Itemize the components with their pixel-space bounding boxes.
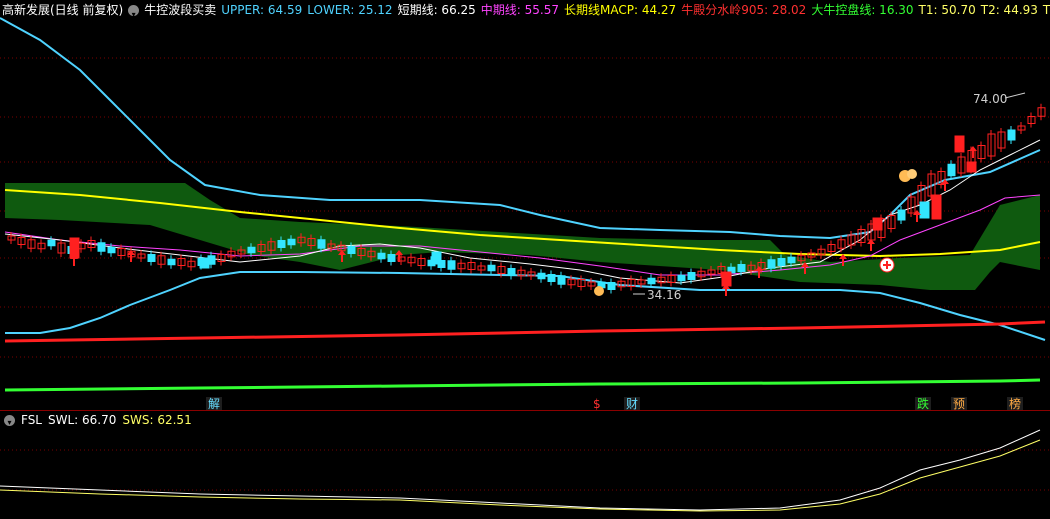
sub-panel-header: ▾ FSL SWL: 66.70 SWS: 62.51 — [0, 412, 1050, 428]
candle-body — [347, 246, 356, 254]
watershed-line — [4, 320, 1046, 343]
candle-highlight — [431, 251, 442, 265]
candle-body — [547, 274, 556, 282]
candle-highlight — [931, 194, 942, 220]
candle-body — [777, 258, 786, 266]
event-marker-die[interactable]: 跌 — [915, 397, 932, 411]
candle-body — [377, 252, 386, 260]
buy-arrow-icon — [867, 239, 875, 251]
swl-line — [0, 429, 1041, 511]
candle-body — [787, 256, 796, 264]
candle-body — [557, 275, 566, 285]
candle-body — [247, 246, 256, 254]
candle-body — [167, 258, 176, 266]
candle-body — [317, 239, 326, 249]
candle-body — [1007, 129, 1016, 141]
event-marker-yu[interactable]: 预 — [951, 397, 968, 411]
candle-highlight — [966, 161, 977, 173]
event-marker-bang[interactable]: 榜 — [1007, 397, 1024, 411]
candle-body — [47, 239, 56, 247]
candle-body — [687, 272, 696, 280]
candle-body — [147, 254, 156, 262]
candle-highlight — [721, 271, 732, 287]
high-price-label: 74.00 — [973, 92, 1008, 106]
candle-highlight — [199, 257, 210, 269]
panel-divider — [0, 410, 1050, 411]
candle-body — [897, 209, 906, 221]
high-pointer-line — [1004, 92, 1026, 99]
event-marker-jie[interactable]: 解 — [206, 397, 223, 411]
low-price-label: 34.16 — [647, 288, 682, 302]
bull-line — [4, 378, 1041, 392]
sub-panel-values: SWL: 66.70 SWS: 62.51 — [48, 412, 198, 428]
candle-body — [277, 240, 286, 248]
candle-body — [537, 272, 546, 280]
candle-body — [737, 264, 746, 272]
candle-body — [447, 260, 456, 270]
candle-highlight — [954, 135, 965, 153]
candle-body — [607, 282, 616, 290]
candle-body — [647, 277, 656, 285]
event-marker-cai[interactable]: 财 — [624, 397, 641, 411]
candle-body — [677, 274, 686, 282]
candle-body — [97, 242, 106, 252]
sub-panel-settings-icon[interactable]: ▾ — [4, 415, 15, 427]
candle-body — [107, 246, 116, 254]
candle-body — [287, 238, 296, 246]
buy-arrow-icon — [969, 146, 977, 158]
hand-pointer-icon — [594, 286, 604, 296]
candle-body — [947, 163, 956, 177]
event-marker-dollar[interactable]: $ — [591, 397, 603, 411]
candle-body — [767, 259, 776, 269]
candle-highlight — [919, 201, 930, 219]
candle-highlight — [872, 217, 883, 231]
candle-body — [387, 254, 396, 262]
sub-panel-name[interactable]: FSL — [21, 412, 42, 428]
candle-body — [487, 264, 496, 272]
sub-value-1: SWS: 62.51 — [122, 413, 192, 427]
sub-value-0: SWL: 66.70 — [48, 413, 117, 427]
sws-line — [0, 439, 1041, 512]
candle-body — [507, 268, 516, 276]
price-chart[interactable] — [0, 0, 1050, 519]
hand-icon-2 — [907, 169, 917, 179]
